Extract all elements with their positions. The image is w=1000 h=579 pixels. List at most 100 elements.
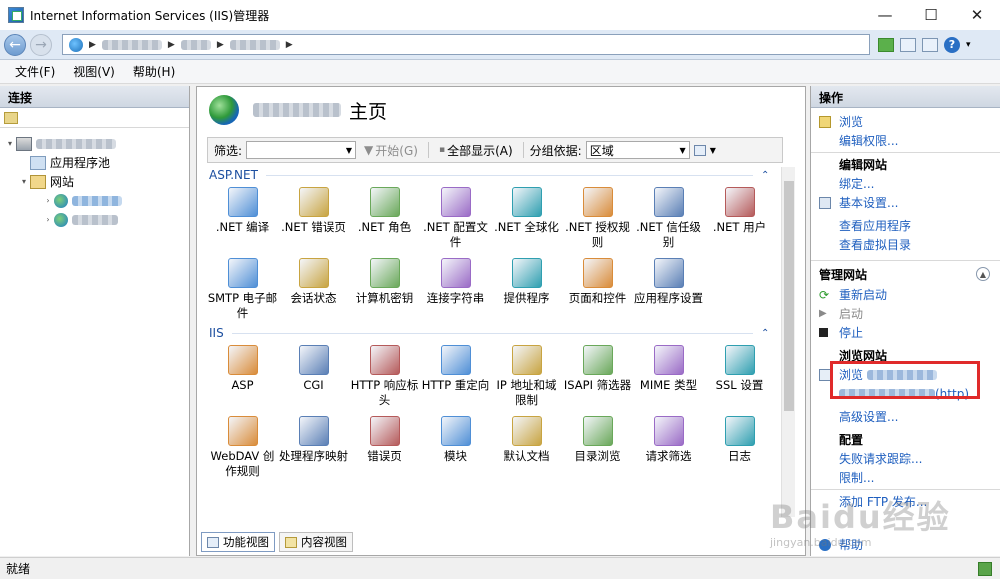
help-icon[interactable]: ? (944, 36, 960, 53)
home-icon[interactable] (922, 37, 938, 52)
tree-site-1[interactable]: › (0, 191, 189, 210)
feature-item[interactable]: ASP (207, 341, 278, 412)
tab-content-view[interactable]: 内容视图 (279, 532, 353, 552)
breadcrumb[interactable]: ▶ ▶ ▶ ▶ (62, 34, 870, 55)
section-manage-site: 管理网站 ▲ (811, 263, 1000, 285)
action-start[interactable]: ▶ 启动 (811, 304, 1000, 323)
start-button[interactable]: ▼ 开始(G) (360, 142, 422, 159)
feature-label: 错误页 (367, 449, 402, 463)
view-mode-icon[interactable] (693, 144, 706, 156)
view-mode-dropdown-icon[interactable]: ▼ (710, 146, 716, 155)
feature-item[interactable]: ISAPI 筛选器 (562, 341, 633, 412)
feature-icon (298, 345, 329, 375)
feature-grid: .NET 编译 .NET 错误页 .NET 角色 .NET 配置文件 .NET 全球化.… (207, 183, 775, 325)
feature-item[interactable]: 处理程序映射 (278, 412, 349, 483)
feature-item[interactable]: .NET 授权规则 (562, 183, 633, 254)
action-restart[interactable]: ⟳ 重新启动 (811, 285, 1000, 304)
feature-icon (440, 416, 471, 446)
action-view-virtual-dirs[interactable]: 查看虚拟目录 (811, 235, 1000, 254)
blurred-server-name[interactable] (101, 39, 162, 50)
feature-item[interactable]: .NET 编译 (207, 183, 278, 254)
collapse-icon[interactable]: ▾ (18, 177, 30, 186)
blurred-site-label (72, 195, 122, 206)
collapse-group-icon[interactable]: ⌃ (761, 328, 775, 339)
blurred-site-label (72, 214, 118, 225)
refresh-icon[interactable] (878, 37, 894, 52)
feature-item[interactable]: 页面和控件 (562, 254, 633, 325)
section-configure: 配置 (839, 433, 864, 447)
breadcrumb-separator-icon: ▶ (216, 39, 224, 50)
filter-input[interactable]: ▼ (246, 141, 357, 159)
feature-item[interactable]: WebDAV 创作规则 (207, 412, 278, 483)
feature-item[interactable]: 请求筛选 (633, 412, 704, 483)
action-advanced-settings[interactable]: 高级设置... (811, 407, 1000, 426)
feature-item[interactable]: .NET 用户 (704, 183, 775, 254)
feature-item[interactable]: 模块 (420, 412, 491, 483)
collapse-section-icon[interactable]: ▲ (976, 267, 990, 281)
action-limits[interactable]: 限制... (811, 468, 1000, 487)
feature-label: 模块 (444, 449, 467, 463)
feature-item[interactable]: 应用程序设置 (633, 254, 704, 325)
feature-item[interactable]: 目录浏览 (562, 412, 633, 483)
feature-item[interactable]: MIME 类型 (633, 341, 704, 412)
tree-site-2[interactable]: › (0, 210, 189, 229)
tree-sites[interactable]: ▾ 网站 (0, 172, 189, 191)
feature-item[interactable]: .NET 配置文件 (420, 183, 491, 254)
feature-label: HTTP 重定向 (421, 378, 490, 392)
expand-icon[interactable]: › (42, 196, 54, 205)
feature-item[interactable]: .NET 全球化 (491, 183, 562, 254)
feature-item[interactable]: .NET 角色 (349, 183, 420, 254)
close-button[interactable]: ✕ (954, 0, 1000, 30)
tab-label: 功能视图 (223, 535, 269, 549)
action-basic-settings[interactable]: 基本设置... (811, 193, 1000, 212)
group-header[interactable]: ASP.NET ⌃ (207, 167, 775, 183)
tab-features-view[interactable]: 功能视图 (201, 532, 275, 552)
feature-item[interactable]: 提供程序 (491, 254, 562, 325)
tree-app-pools[interactable]: 应用程序池 (0, 153, 189, 172)
action-bindings[interactable]: 绑定... (811, 174, 1000, 193)
feature-item[interactable]: .NET 错误页 (278, 183, 349, 254)
expand-icon[interactable]: › (42, 215, 54, 224)
feature-icon (369, 258, 400, 288)
connect-icon[interactable] (4, 111, 18, 124)
collapse-group-icon[interactable]: ⌃ (761, 170, 775, 181)
help-dropdown-icon[interactable]: ▾ (966, 40, 971, 50)
blurred-site-name[interactable] (229, 39, 280, 50)
feature-item[interactable]: .NET 信任级别 (633, 183, 704, 254)
action-view-applications[interactable]: 查看应用程序 (811, 216, 1000, 235)
features-scrollbar[interactable] (781, 167, 795, 517)
menu-view[interactable]: 视图(V) (64, 63, 124, 80)
menu-help[interactable]: 帮助(H) (124, 63, 184, 80)
feature-item[interactable]: 错误页 (349, 412, 420, 483)
forward-arrow-icon[interactable]: → (30, 33, 52, 56)
group-header[interactable]: IIS ⌃ (207, 325, 775, 341)
action-failed-request-tracing[interactable]: 失败请求跟踪... (811, 449, 1000, 468)
group-by-select[interactable]: 区域 ▼ (585, 141, 690, 159)
back-arrow-icon[interactable]: ← (4, 33, 26, 56)
feature-item[interactable]: 计算机密钥 (349, 254, 420, 325)
tree-server-node[interactable]: ▾ (0, 134, 189, 153)
blurred-sites-node[interactable] (180, 39, 211, 50)
feature-item[interactable]: SMTP 电子邮件 (207, 254, 278, 325)
feature-item[interactable]: SSL 设置 (704, 341, 775, 412)
feature-item[interactable]: 默认文档 (491, 412, 562, 483)
feature-item[interactable]: 日志 (704, 412, 775, 483)
show-all-button[interactable]: ▪ 全部显示(A) (435, 142, 517, 159)
feature-item[interactable]: HTTP 响应标头 (349, 341, 420, 412)
feature-item[interactable]: HTTP 重定向 (420, 341, 491, 412)
page-title-suffix: 主页 (349, 100, 388, 123)
action-browse[interactable]: 浏览 (811, 112, 1000, 131)
action-stop[interactable]: 停止 (811, 323, 1000, 342)
menu-file[interactable]: 文件(F) (6, 63, 64, 80)
collapse-icon[interactable]: ▾ (4, 139, 16, 148)
action-edit-permissions[interactable]: 编辑权限... (811, 131, 1000, 150)
connections-header: 连接 (0, 86, 189, 108)
feature-item[interactable]: CGI (278, 341, 349, 412)
stop-icon[interactable] (900, 37, 916, 52)
scrollbar-thumb[interactable] (784, 181, 794, 411)
feature-item[interactable]: IP 地址和域限制 (491, 341, 562, 412)
feature-item[interactable]: 连接字符串 (420, 254, 491, 325)
feature-item[interactable]: 会话状态 (278, 254, 349, 325)
minimize-button[interactable]: — (862, 0, 908, 30)
maximize-button[interactable]: ☐ (908, 0, 954, 30)
